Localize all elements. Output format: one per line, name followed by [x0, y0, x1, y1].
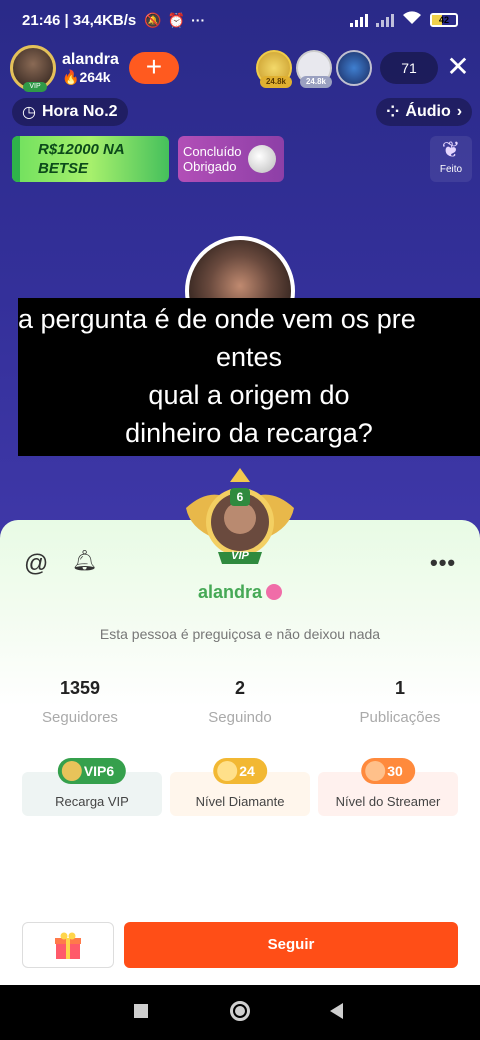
- host-info[interactable]: VIP alandra 🔥264k +: [10, 44, 179, 92]
- stat-followers[interactable]: 1359 Seguidores: [0, 678, 160, 726]
- follow-button[interactable]: Seguir: [124, 922, 458, 968]
- task-avatar: [248, 145, 276, 173]
- feito-label: Feito: [439, 164, 463, 175]
- grid-icon: ⁘: [386, 104, 400, 121]
- diamond-level-badge: 24: [213, 758, 267, 784]
- host-avatar[interactable]: VIP: [10, 45, 56, 92]
- promo-banner[interactable]: R$12000 NA BETSE: [12, 136, 169, 182]
- stat-label: Publicações: [359, 709, 441, 726]
- gift-button[interactable]: [22, 922, 114, 968]
- alarm-icon: ⏰: [167, 11, 186, 28]
- feito-button[interactable]: ❦ Feito: [430, 136, 472, 182]
- crest-vip-label: VIP: [231, 550, 249, 562]
- more-notifications-icon: ···: [191, 12, 206, 28]
- caption-line: entes: [215, 342, 283, 372]
- viewer-count[interactable]: 71: [380, 52, 438, 84]
- caption-line: qual a origem do: [148, 380, 350, 410]
- caption-line: dinheiro da recarga?: [125, 418, 373, 448]
- viewer-badge: 24.8k: [260, 76, 292, 88]
- signal-icon: [350, 13, 368, 27]
- wings-icon: [61, 761, 82, 781]
- level-card-label: Recarga VIP: [55, 794, 129, 809]
- bunny-icon: ❦: [441, 137, 461, 162]
- promo-line1: R$12000 NA: [38, 141, 125, 158]
- mute-icon: 🔕: [144, 11, 162, 28]
- host-follower-count: 264k: [79, 68, 111, 85]
- profile-name-text: alandra: [197, 582, 263, 602]
- top-viewers: 24.8k 24.8k: [256, 50, 372, 88]
- star-icon: [217, 761, 238, 781]
- audio-pill[interactable]: ⁘ Áudio ›: [376, 98, 473, 126]
- level-card-diamond[interactable]: 24 Nível Diamante: [170, 758, 310, 816]
- vip-badge: VIP: [23, 82, 47, 92]
- stat-value: 1: [394, 678, 405, 698]
- hour-rank-pill[interactable]: ◷ Hora No.2: [12, 98, 128, 126]
- follow-plus-button[interactable]: +: [128, 52, 179, 84]
- viewer-avatar[interactable]: 24.8k: [256, 50, 292, 88]
- back-icon[interactable]: [330, 1003, 343, 1019]
- task-banner[interactable]: Concluído Obrigado: [178, 136, 284, 182]
- level-card-streamer[interactable]: 30 Nível do Streamer: [318, 758, 458, 816]
- level-number-badge: 6: [230, 488, 250, 506]
- level-card-label: Nível do Streamer: [335, 794, 441, 809]
- subtitle-caption: a pergunta é de onde vem os pre entes qu…: [18, 298, 480, 456]
- level-card-label: Nível Diamante: [195, 794, 285, 809]
- close-icon[interactable]: ✕: [444, 52, 472, 82]
- level-card-vip[interactable]: VIP6 Recarga VIP: [22, 758, 162, 816]
- status-bar: 21:46 | 34,4KB/s 🔕 ⏰ ··· 42: [0, 0, 480, 40]
- stat-label: Seguidores: [42, 709, 118, 726]
- flower-icon: [365, 761, 386, 781]
- promo-line2: BETSE: [38, 160, 89, 177]
- chevron-right-icon: ›: [456, 103, 463, 120]
- profile-name: alandra: [0, 582, 480, 603]
- viewer-avatar[interactable]: 24.8k: [296, 50, 332, 88]
- wifi-icon: [402, 10, 422, 31]
- streamer-level-badge: 30: [361, 758, 415, 784]
- mention-icon[interactable]: @: [24, 550, 48, 578]
- stat-value: 2: [234, 678, 245, 698]
- viewer-avatar[interactable]: [336, 50, 372, 86]
- hour-rank-label: Hora No.2: [41, 103, 118, 120]
- signal-icon-2: [376, 13, 394, 27]
- host-name: alandra: [62, 50, 119, 68]
- live-stream-screen: 21:46 | 34,4KB/s 🔕 ⏰ ··· 42 VIP alandra …: [0, 0, 480, 985]
- viewer-badge: 24.8k: [300, 76, 332, 88]
- vip-level-badge: VIP6: [57, 758, 127, 784]
- audio-label: Áudio: [405, 103, 451, 120]
- home-icon[interactable]: [230, 1001, 250, 1021]
- flame-icon: 🔥: [62, 68, 80, 85]
- bell-plus-icon[interactable]: 🔔︎: [72, 548, 97, 573]
- stat-posts[interactable]: 1 Publicações: [320, 678, 480, 726]
- gift-icon: [55, 932, 81, 959]
- gender-icon: [266, 584, 283, 600]
- stat-following[interactable]: 2 Seguindo: [160, 678, 320, 726]
- more-icon[interactable]: •••: [430, 550, 456, 576]
- battery-icon: 42: [430, 13, 458, 27]
- stat-value: 1359: [59, 678, 101, 698]
- profile-bio: Esta pessoa é preguiçosa e não deixou na…: [99, 626, 381, 642]
- stat-label: Seguindo: [208, 709, 272, 726]
- recents-icon[interactable]: [134, 1004, 148, 1018]
- caption-line: a pergunta é de onde vem os pre: [18, 304, 416, 334]
- status-time-speed: 21:46 | 34,4KB/s: [22, 11, 137, 29]
- clock-icon: ◷: [22, 104, 36, 121]
